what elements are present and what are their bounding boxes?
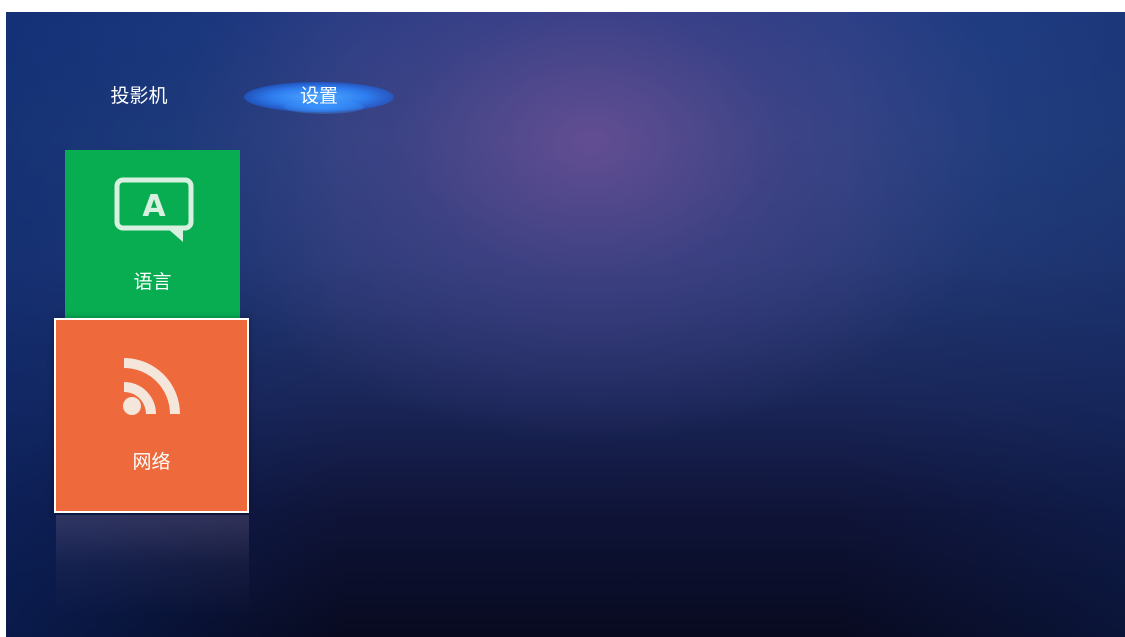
- language-icon: A: [114, 177, 194, 242]
- rss-network-icon: [123, 358, 180, 415]
- tile-language-label: 语言: [133, 271, 172, 293]
- tab-settings[interactable]: 设置: [244, 82, 394, 114]
- tile-network[interactable]: 网络: [54, 318, 249, 513]
- tab-projector[interactable]: 投影机: [94, 82, 184, 110]
- top-nav: 投影机 设置: [6, 12, 1125, 132]
- tile-language[interactable]: A 语言: [65, 150, 240, 322]
- svg-text:A: A: [142, 189, 166, 224]
- tab-projector-label: 投影机: [110, 85, 168, 107]
- tile-reflection: [56, 515, 249, 615]
- launcher-screen: 投影机 设置 A 语言 网络: [6, 12, 1125, 637]
- tile-network-label: 网络: [132, 451, 171, 473]
- tab-settings-label: 设置: [299, 85, 338, 107]
